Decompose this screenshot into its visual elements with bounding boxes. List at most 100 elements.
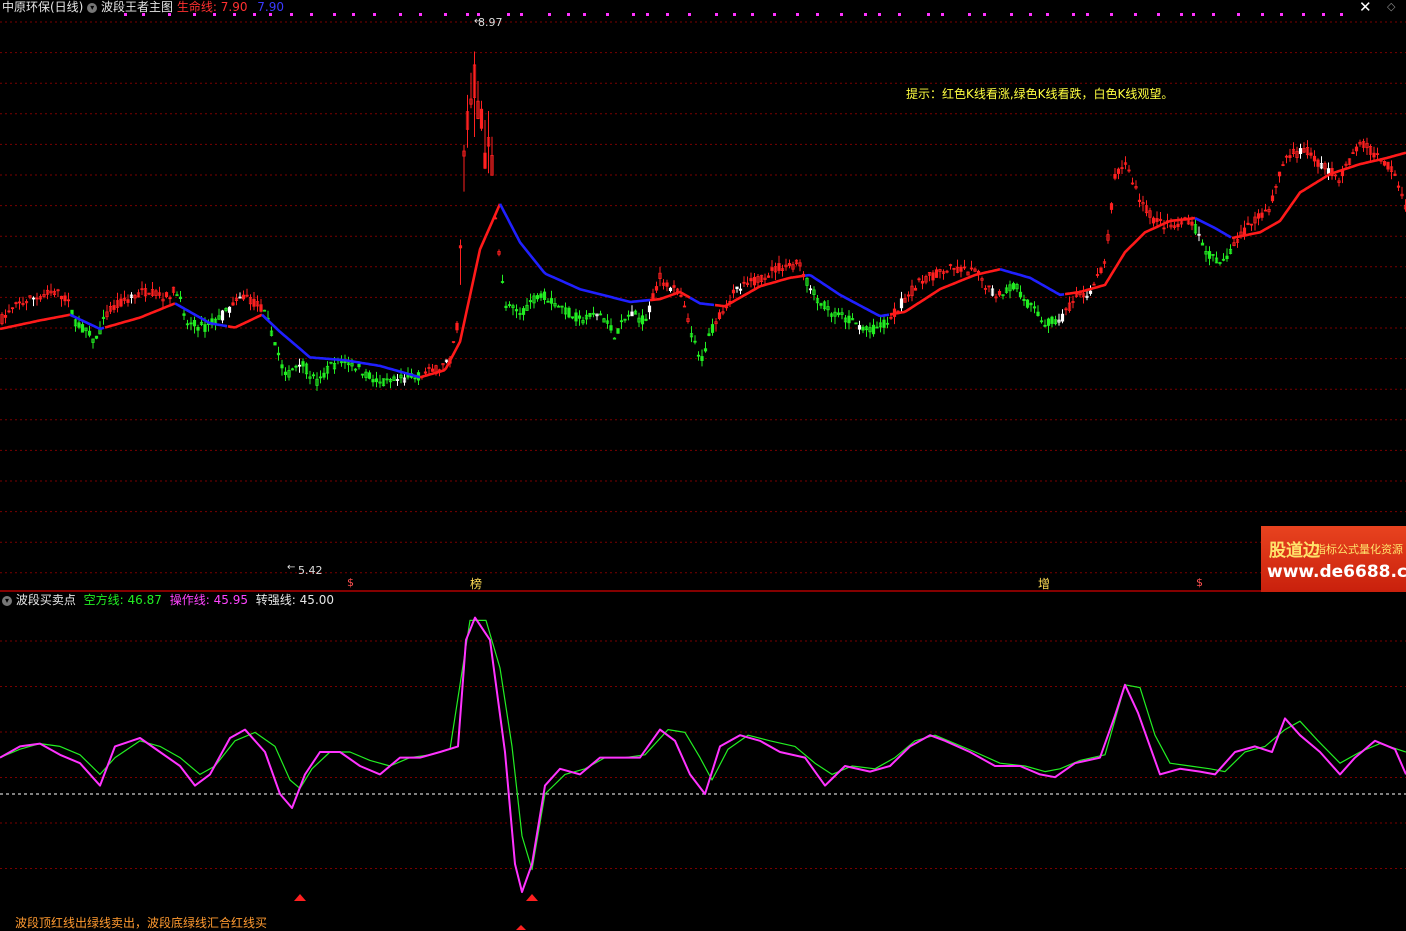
event-marker[interactable]: 榜 [470, 575, 482, 592]
candlestick-series [0, 13, 1406, 391]
candle-body [542, 291, 547, 300]
candle-body [693, 340, 697, 343]
candle-body [276, 352, 281, 356]
candle-body [80, 324, 85, 333]
candle-body [500, 281, 505, 283]
watermark-brand: 股道边 [1269, 541, 1320, 561]
candle-body [647, 305, 652, 313]
signal-dot [1280, 13, 1283, 16]
candle-body [1281, 164, 1285, 167]
candle-body [479, 108, 484, 129]
candle-body [871, 324, 876, 335]
indicator-menu-icon[interactable]: ▾ [2, 595, 12, 606]
candle-body [259, 304, 263, 312]
candle-body [1064, 308, 1068, 311]
candle-body [875, 326, 879, 329]
candle-body [94, 335, 99, 339]
sub-indicator-name[interactable]: 波段买卖点 [16, 593, 76, 607]
candle-body [518, 313, 522, 315]
candle-body [21, 303, 25, 305]
watermark-logo: 股道边 指标公式量化资源 www.de6688.com [1261, 526, 1406, 592]
signal-dot [1340, 13, 1343, 16]
candle-body [182, 313, 186, 316]
event-marker[interactable]: 增 [1038, 575, 1050, 592]
candle-body [1309, 152, 1313, 156]
candle-body [672, 285, 676, 288]
candle-body [273, 342, 277, 346]
life-line-segment [0, 313, 71, 331]
candle-body [458, 245, 463, 249]
signal-dot [290, 13, 293, 16]
candle-body [241, 294, 246, 300]
candle-body [7, 310, 11, 313]
candle-body [1060, 313, 1065, 322]
sub-header: ▾ 波段买卖点 空方线: 46.87 操作线: 45.95 转强线: 45.00 [2, 592, 334, 608]
candle-body [619, 320, 624, 323]
signal-dot [1180, 13, 1183, 16]
life-line-value: 7.90 [220, 0, 248, 14]
candle-body [1225, 255, 1229, 260]
indicator-name[interactable]: 波段王者主图 [101, 0, 173, 14]
candle-body [1137, 199, 1142, 202]
candle-body [1242, 227, 1247, 236]
signal-dot [927, 13, 930, 16]
candle-body [220, 310, 225, 321]
life-line-segment [498, 203, 651, 304]
candle-body [63, 295, 67, 302]
candle-body [423, 371, 428, 374]
diamond-icon[interactable]: ◇ [1387, 0, 1395, 13]
candle-body [430, 368, 435, 372]
signal-dot [1261, 13, 1264, 16]
candle-body [1386, 161, 1390, 170]
signal-dot [466, 13, 469, 16]
candle-body [899, 298, 904, 309]
candle-body [857, 325, 862, 330]
event-marker[interactable]: $ [1196, 576, 1203, 589]
candle-body [1288, 155, 1292, 159]
signal-dot [567, 13, 570, 16]
candle-body [539, 293, 543, 298]
close-icon[interactable]: ✕ [1359, 0, 1372, 16]
candle-body [703, 348, 708, 352]
signal-dot [666, 13, 669, 16]
watermark-url: www.de6688.com [1267, 562, 1406, 582]
signal-dot [941, 13, 944, 16]
candle-body [1246, 222, 1250, 225]
indicator-menu-icon[interactable]: ▾ [87, 2, 98, 13]
signal-dot [968, 13, 971, 16]
candle-body [168, 297, 172, 300]
candle-body [521, 308, 526, 315]
candle-body [1162, 227, 1166, 230]
buy-signal-arrow [294, 894, 306, 901]
candle-body [178, 296, 183, 300]
strong-line-label: 转强线: [255, 593, 296, 607]
signal-dot [1086, 13, 1089, 16]
signal-dot [548, 13, 551, 16]
signal-dot [444, 13, 447, 16]
candle-body [1043, 324, 1047, 327]
life-line-segment [649, 290, 691, 302]
signal-dot [583, 13, 586, 16]
life-line-segment [1064, 216, 1196, 296]
candle-body [66, 299, 71, 302]
candle-body [528, 300, 533, 303]
candle-body [1036, 311, 1040, 317]
candle-body [1277, 171, 1282, 177]
candle-body [31, 297, 36, 300]
event-marker[interactable]: $ [347, 576, 354, 589]
candle-body [931, 272, 935, 281]
symbol-title[interactable]: 中原环保(日线) [2, 0, 83, 14]
signal-dot [1010, 13, 1013, 16]
candle-body [654, 286, 659, 291]
signal-dot [310, 13, 313, 16]
main-header: 中原环保(日线) ▾ 波段王者主图 生命线: 7.90 7.90 [2, 0, 284, 15]
candle-body [1025, 299, 1030, 308]
candle-body [318, 376, 323, 379]
candle-body [696, 354, 701, 357]
candle-body [311, 374, 316, 377]
candle-body [609, 325, 613, 331]
candle-body [906, 294, 911, 297]
candle-body [1092, 283, 1096, 286]
candle-body [570, 316, 575, 319]
candle-body [1382, 160, 1387, 166]
